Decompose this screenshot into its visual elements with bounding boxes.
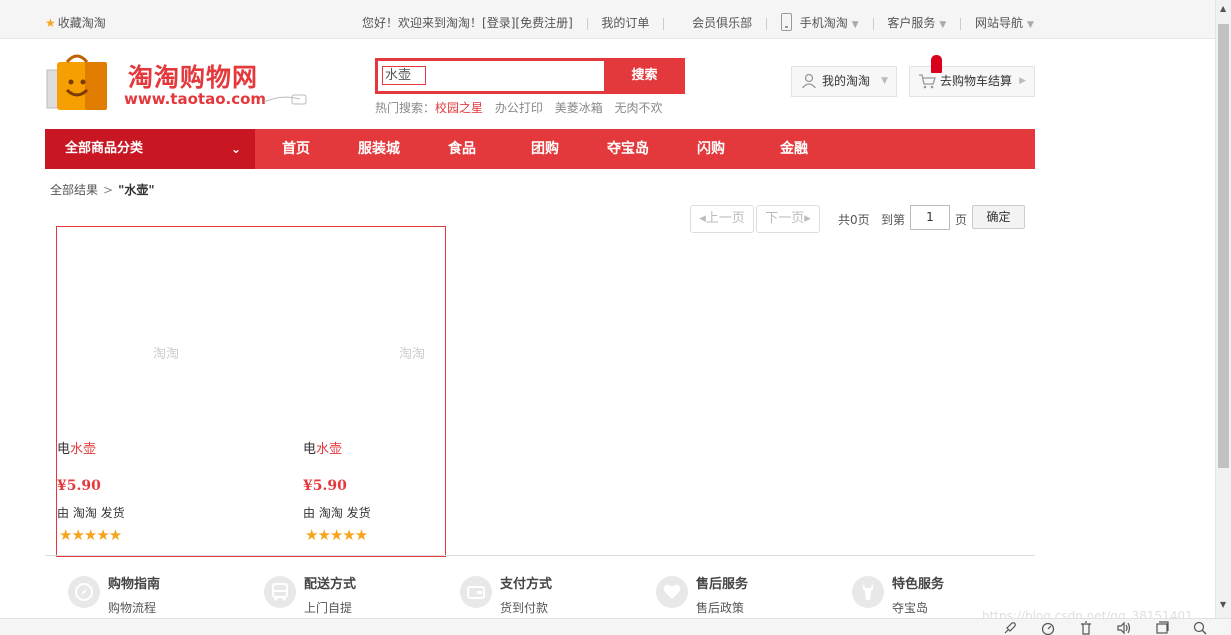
hot-term[interactable]: 美菱冰箱: [555, 101, 603, 115]
hot-term[interactable]: 无肉不欢: [615, 101, 663, 115]
favorite-link[interactable]: ★ 收藏淘淘: [45, 14, 106, 31]
rating-stars-icon: ★★★★★: [59, 526, 122, 544]
search-input[interactable]: 水壶: [378, 61, 604, 91]
confirm-page-button[interactable]: 确定: [972, 205, 1025, 229]
chevron-down-icon: ⌄: [230, 142, 241, 156]
page-number-input[interactable]: 1: [910, 205, 950, 230]
breadcrumb: 全部结果 > "水壶": [50, 181, 155, 198]
service-link[interactable]: 夺宝岛: [892, 599, 928, 616]
window-icon[interactable]: [1155, 621, 1169, 635]
wallet-icon: [460, 576, 492, 608]
cart-button[interactable]: 去购物车结算 ▶: [909, 55, 1035, 97]
product-name[interactable]: 电水壶: [303, 438, 342, 457]
service-link[interactable]: 售后政策: [696, 599, 744, 616]
logo-url: www.taotao.com: [124, 90, 267, 108]
product-shipping: 由 淘淘 发货: [57, 506, 125, 520]
nav-item-groupbuy[interactable]: 团购: [531, 129, 559, 169]
nav-item-finance[interactable]: 金融: [780, 129, 808, 169]
search-bar: 水壶 搜索: [375, 58, 685, 94]
bus-icon: [264, 576, 296, 608]
customer-service-link[interactable]: 客户服务 ▼: [887, 14, 946, 31]
product-image[interactable]: 淘淘: [303, 227, 445, 432]
breadcrumb-query: "水壶": [118, 183, 155, 197]
page-unit-label: 页: [955, 213, 968, 227]
trash-icon[interactable]: [1079, 621, 1093, 635]
product-price: ¥5.90: [303, 478, 347, 494]
product-card[interactable]: 淘淘 电水壶 ¥5.90 由 淘淘 发货 ★★★★★: [303, 227, 445, 557]
product-name[interactable]: 电水壶: [57, 438, 96, 457]
chevron-down-icon: ▼: [939, 20, 947, 30]
shopping-bag-logo-icon[interactable]: [45, 52, 115, 114]
wrench-icon: [852, 576, 884, 608]
total-pages: 共0页: [838, 213, 870, 227]
divider: [960, 17, 962, 30]
page: ★ 收藏淘淘 您好！欢迎来到淘淘！[登录][免费注册] 我的订单 会员俱乐部 手机…: [0, 0, 1231, 635]
register-link[interactable]: [免费注册]: [515, 14, 572, 31]
next-page-button[interactable]: 下一页▸: [756, 205, 820, 233]
service-link[interactable]: 上门自提: [304, 599, 352, 616]
my-taotao-button[interactable]: 我的淘淘 ▼: [791, 66, 897, 97]
hot-search-label: 热门搜索：: [375, 101, 436, 115]
scrollbar-thumb[interactable]: [1218, 24, 1229, 468]
star-icon: ★: [45, 16, 56, 30]
hot-term[interactable]: 校园之星: [435, 101, 483, 115]
heart-icon: [656, 576, 688, 608]
user-icon: [801, 73, 817, 89]
divider: [765, 17, 767, 30]
logo-title: 淘淘购物网: [128, 63, 259, 92]
site-nav-link[interactable]: 网站导航 ▼: [975, 14, 1034, 31]
browser-status-bar: [0, 618, 1231, 635]
top-bar: ★ 收藏淘淘 您好！欢迎来到淘淘！[登录][免费注册] 我的订单 会员俱乐部 手机…: [0, 0, 1215, 39]
vertical-scrollbar[interactable]: ▲ ▼: [1215, 0, 1231, 618]
product-shipping: 由 淘淘 发货: [303, 506, 371, 520]
divider: [586, 17, 588, 30]
welcome-text: 您好！欢迎来到淘淘！: [362, 16, 483, 30]
rocket-icon[interactable]: [1003, 621, 1017, 635]
nav-item-clothing[interactable]: 服装城: [358, 129, 400, 169]
product-price: ¥5.90: [57, 478, 101, 494]
footer-divider: [45, 555, 1035, 556]
scroll-down-icon[interactable]: ▼: [1220, 600, 1226, 609]
nav-item-treasure-island[interactable]: 夺宝岛: [607, 129, 649, 169]
rating-stars-icon: ★★★★★: [305, 526, 368, 544]
divider: [872, 17, 874, 30]
nav-item-home[interactable]: 首页: [282, 129, 310, 169]
hot-search: 热门搜索：校园之星 办公打印 美菱冰箱 无肉不欢: [375, 99, 671, 116]
service-link[interactable]: 购物流程: [108, 599, 156, 616]
scroll-up-icon[interactable]: ▲: [1220, 4, 1226, 13]
top-links: 您好！欢迎来到淘淘！[登录][免费注册] 我的订单 会员俱乐部 手机淘淘 ▼ 客户…: [362, 12, 1034, 33]
mobile-link[interactable]: 手机淘淘 ▼: [780, 12, 859, 33]
login-link[interactable]: [登录]: [482, 14, 515, 31]
my-orders-link[interactable]: 我的订单: [601, 14, 649, 31]
product-card[interactable]: 淘淘 电水壶 ¥5.90 由 淘淘 发货 ★★★★★: [57, 227, 199, 557]
chevron-right-icon: ▶: [1019, 76, 1026, 86]
nav-item-flash-sale[interactable]: 闪购: [697, 129, 725, 169]
cart-count-badge: [931, 55, 942, 73]
breadcrumb-root[interactable]: 全部结果: [50, 183, 98, 197]
search-input-value: 水壶: [382, 66, 426, 85]
main-nav: 全部商品分类 ⌄ 首页 服装城 食品 团购 夺宝岛 闪购 金融: [45, 129, 1035, 169]
product-list: 淘淘 电水壶 ¥5.90 由 淘淘 发货 ★★★★★ 淘淘 电水壶 ¥5.90 …: [56, 226, 446, 557]
service-link[interactable]: 货到付款: [500, 599, 548, 616]
hot-term[interactable]: 办公打印: [495, 101, 543, 115]
cart-icon: [919, 74, 936, 89]
nav-item-food[interactable]: 食品: [448, 129, 476, 169]
tag-icon: [263, 94, 307, 105]
member-club-link[interactable]: 会员俱乐部: [692, 14, 752, 31]
all-categories-menu[interactable]: 全部商品分类 ⌄: [45, 129, 255, 169]
volume-icon[interactable]: [1117, 621, 1131, 635]
compass-icon: [68, 576, 100, 608]
chevron-down-icon: ▼: [881, 76, 888, 86]
speed-icon[interactable]: [1041, 621, 1055, 635]
chevron-down-icon: ▼: [851, 20, 859, 30]
zoom-icon[interactable]: [1193, 621, 1207, 635]
phone-icon: [780, 12, 792, 31]
divider: [663, 17, 665, 30]
chevron-right-icon: >: [103, 183, 114, 197]
product-image[interactable]: 淘淘: [57, 227, 199, 432]
goto-label: 到第: [881, 213, 906, 227]
chevron-down-icon: ▼: [1026, 20, 1034, 30]
search-button[interactable]: 搜索: [604, 58, 685, 94]
prev-page-button[interactable]: ◂上一页: [690, 205, 754, 233]
